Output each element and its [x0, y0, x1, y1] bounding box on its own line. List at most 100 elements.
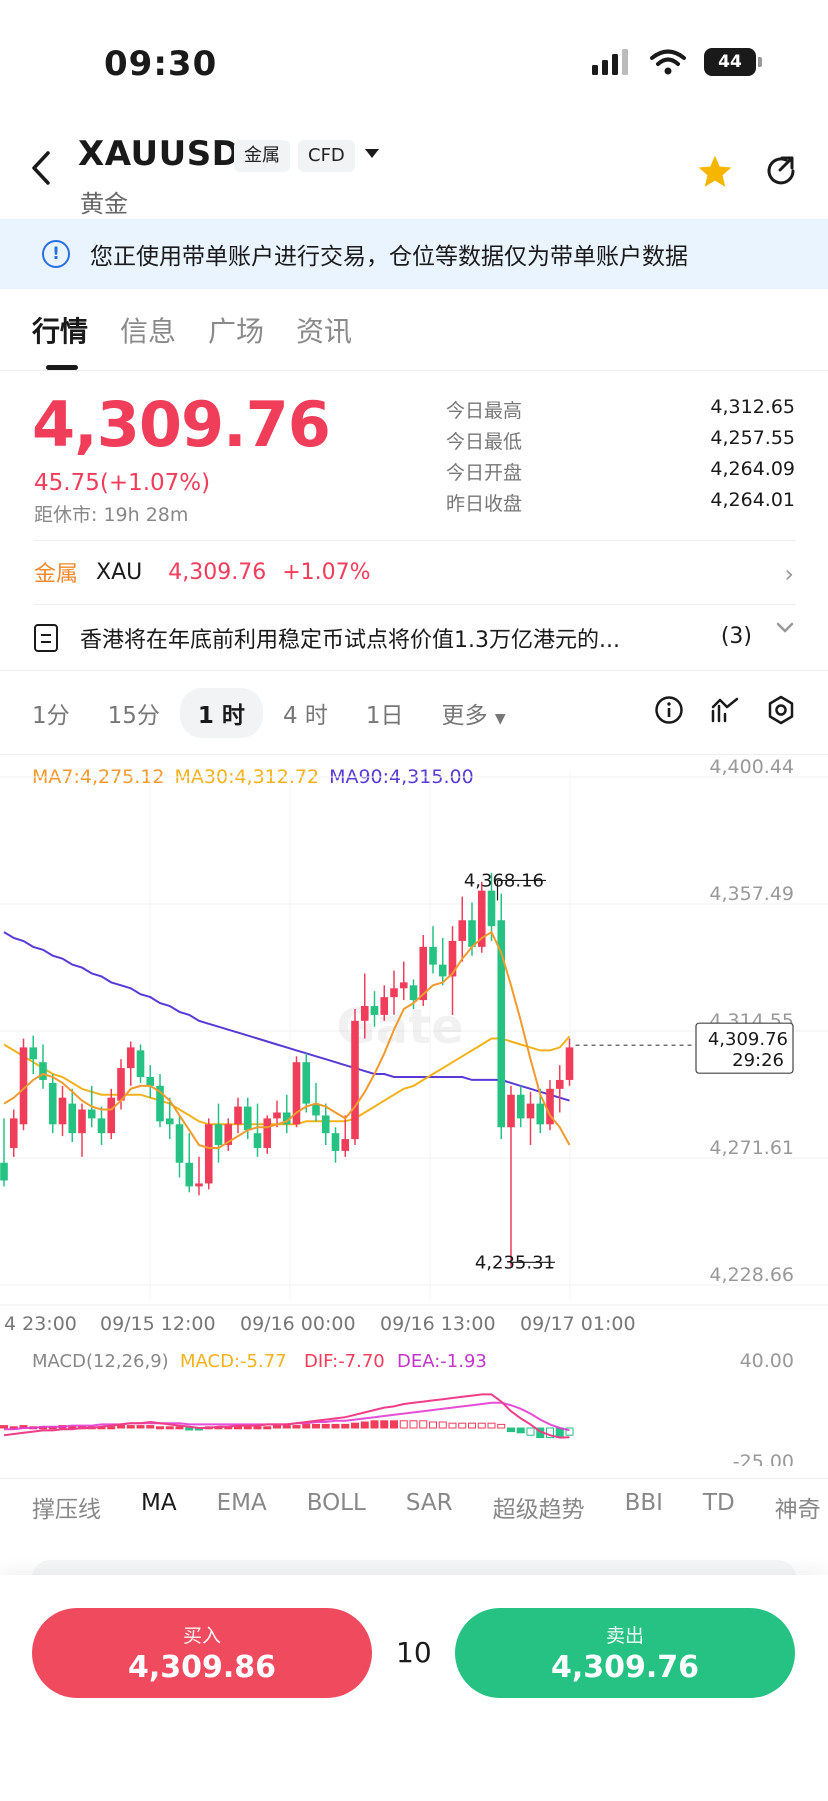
news-ticker[interactable]: 香港将在年底前利用稳定币试点将价值1.3万亿港元的... — [34, 622, 794, 654]
candle-body — [175, 1124, 184, 1163]
macd-histogram-bar — [468, 1422, 476, 1429]
macd-histogram-bar — [448, 1422, 457, 1429]
symbol-title[interactable]: XAUUSD — [78, 134, 240, 174]
candle-body — [380, 997, 389, 1015]
macd-histogram-bar — [390, 1420, 398, 1429]
macd-histogram-bar — [341, 1423, 350, 1429]
candle-body — [370, 1006, 379, 1015]
cellular-signal-icon — [592, 49, 628, 75]
wifi-icon — [650, 49, 686, 75]
macd-histogram-bar — [370, 1420, 379, 1429]
candle-body — [458, 920, 467, 941]
related-asset-row[interactable]: 金属 XAU 4,309.76 +1.07% — [34, 556, 794, 588]
x-axis-label: 09/17 01:00 — [520, 1313, 636, 1335]
candle-body — [0, 1162, 8, 1181]
indicator-tab-magic[interactable]: 神奇 — [775, 1490, 821, 1524]
buy-button[interactable]: 买入 4,309.86 — [32, 1608, 372, 1698]
candle-body — [185, 1162, 194, 1187]
x-axis-label: 09/16 00:00 — [240, 1313, 356, 1335]
price-chart[interactable]: 4,400.444,357.494,314.554,271.614,228.66… — [0, 756, 828, 1466]
buy-price: 4,309.86 — [127, 1650, 277, 1685]
settings-icon[interactable] — [766, 695, 796, 725]
info-circle-icon[interactable] — [654, 695, 684, 725]
timeframe-15m[interactable]: 15分 — [108, 696, 160, 730]
candle-body — [507, 1094, 515, 1128]
indicator-tab-ma[interactable]: MA — [141, 1490, 177, 1524]
candle-body — [107, 1097, 116, 1134]
divider — [0, 670, 828, 671]
indicator-tab-sar[interactable]: SAR — [406, 1490, 453, 1524]
tab-square[interactable]: 广场 — [208, 310, 264, 350]
candle-body — [438, 964, 447, 977]
candle-body — [360, 1006, 369, 1021]
news-document-icon — [34, 624, 58, 652]
indicator-tab-ema[interactable]: EMA — [217, 1490, 267, 1524]
indicator-tab-supertrend[interactable]: 超级趋势 — [493, 1490, 585, 1524]
macd-histogram-bar — [234, 1426, 242, 1430]
indicator-tab-boll[interactable]: BOLL — [307, 1490, 366, 1524]
candle-body — [351, 1020, 359, 1140]
macd-histogram-bar — [175, 1426, 184, 1430]
candle-body — [126, 1047, 135, 1069]
timeframe-1d[interactable]: 1日 — [366, 696, 404, 730]
indicator-tab-support[interactable]: 撑压线 — [32, 1490, 101, 1524]
candle-body — [165, 1118, 174, 1125]
chevron-right-icon[interactable]: › — [784, 560, 794, 588]
sell-button[interactable]: 卖出 4,309.76 — [455, 1608, 795, 1698]
candle-body — [146, 1076, 155, 1086]
sell-price: 4,309.76 — [550, 1650, 700, 1685]
indicator-icon[interactable] — [710, 695, 740, 725]
favorite-star-icon[interactable] — [696, 154, 734, 190]
macd-histogram-bar — [458, 1422, 467, 1429]
macd-value: MACD:-5.77 — [180, 1351, 287, 1372]
candle-body — [136, 1050, 145, 1077]
timeframe-4h[interactable]: 4 时 — [283, 696, 328, 730]
dif-value: DIF:-7.70 — [304, 1351, 385, 1372]
trade-quantity[interactable]: 10 — [396, 1636, 432, 1669]
timeframe-1h[interactable]: 1 时 — [179, 688, 263, 738]
candle-body — [263, 1118, 272, 1148]
y-axis-label: 4,271.61 — [709, 1137, 794, 1159]
macd-histogram-bar — [477, 1422, 486, 1429]
indicator-tab-td[interactable]: TD — [703, 1490, 735, 1524]
macd-histogram-bar — [282, 1425, 291, 1429]
tab-market[interactable]: 行情 — [32, 310, 88, 350]
main-tabs: 行情 信息 广场 资讯 — [32, 310, 352, 350]
indicator-tab-bbi[interactable]: BBI — [625, 1490, 663, 1524]
candle-body — [243, 1106, 252, 1131]
candle-body — [302, 1062, 311, 1104]
candle-body — [87, 1109, 96, 1119]
battery-indicator: 44 — [704, 48, 762, 76]
macd-histogram-bar — [146, 1425, 155, 1429]
dropdown-icon[interactable] — [364, 148, 380, 160]
timeframe-more[interactable]: 更多 ▼ — [442, 696, 506, 730]
candle-body — [390, 988, 398, 998]
asset-name: 黄金 — [80, 190, 128, 218]
news-count: (3) — [720, 624, 752, 649]
macd-histogram-bar — [107, 1426, 116, 1430]
back-icon[interactable] — [30, 150, 52, 186]
chart-tools — [654, 695, 796, 725]
contract-type-tag[interactable]: CFD — [298, 140, 355, 172]
macd-histogram-bar — [312, 1423, 320, 1429]
tab-info[interactable]: 信息 — [120, 310, 176, 350]
share-icon[interactable] — [764, 154, 798, 188]
candle-body — [48, 1082, 57, 1125]
chevron-down-icon[interactable] — [776, 622, 794, 634]
macd-histogram-bar — [487, 1422, 496, 1429]
stat-today-low: 今日最低 4,257.55 — [446, 427, 795, 453]
timeframe-1m[interactable]: 1分 — [32, 696, 70, 730]
low-marker-label: 4,235.31 — [475, 1252, 555, 1273]
candle-body — [409, 985, 418, 1001]
macd-histogram-bar — [263, 1426, 272, 1430]
y-axis-label: 4,400.44 — [709, 756, 794, 778]
status-time: 09:30 — [104, 44, 218, 84]
candle-body — [117, 1068, 125, 1101]
candle-body — [204, 1124, 213, 1184]
tab-news[interactable]: 资讯 — [296, 310, 352, 350]
macd-histogram-bar — [399, 1420, 408, 1429]
candle-body — [39, 1062, 47, 1080]
category-tag: 金属 — [234, 140, 290, 172]
macd-axis-label: -25.00 — [733, 1451, 794, 1466]
macd-histogram-bar — [331, 1423, 340, 1429]
